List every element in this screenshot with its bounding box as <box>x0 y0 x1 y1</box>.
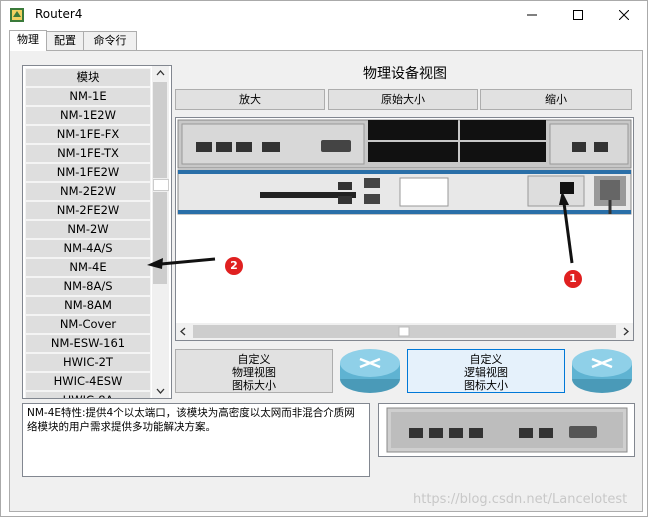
annotation-badge-1: 1 <box>564 270 582 288</box>
annotation-arrow-2 <box>160 257 216 266</box>
annotation-overlay <box>147 191 574 269</box>
annotation-arrowhead-2 <box>147 258 163 269</box>
annotation-arrowhead-1 <box>559 191 569 205</box>
annotation-badge-2: 2 <box>225 257 243 275</box>
router-window: Router4 物理 配置 命令行 模块 NM-1E NM-1E2W NM-1F… <box>0 0 648 517</box>
watermark: https://blog.csdn.net/Lancelotest <box>413 492 628 507</box>
tab-physical[interactable]: 物理 <box>9 30 47 51</box>
annotation-arrow-1 <box>562 202 574 264</box>
